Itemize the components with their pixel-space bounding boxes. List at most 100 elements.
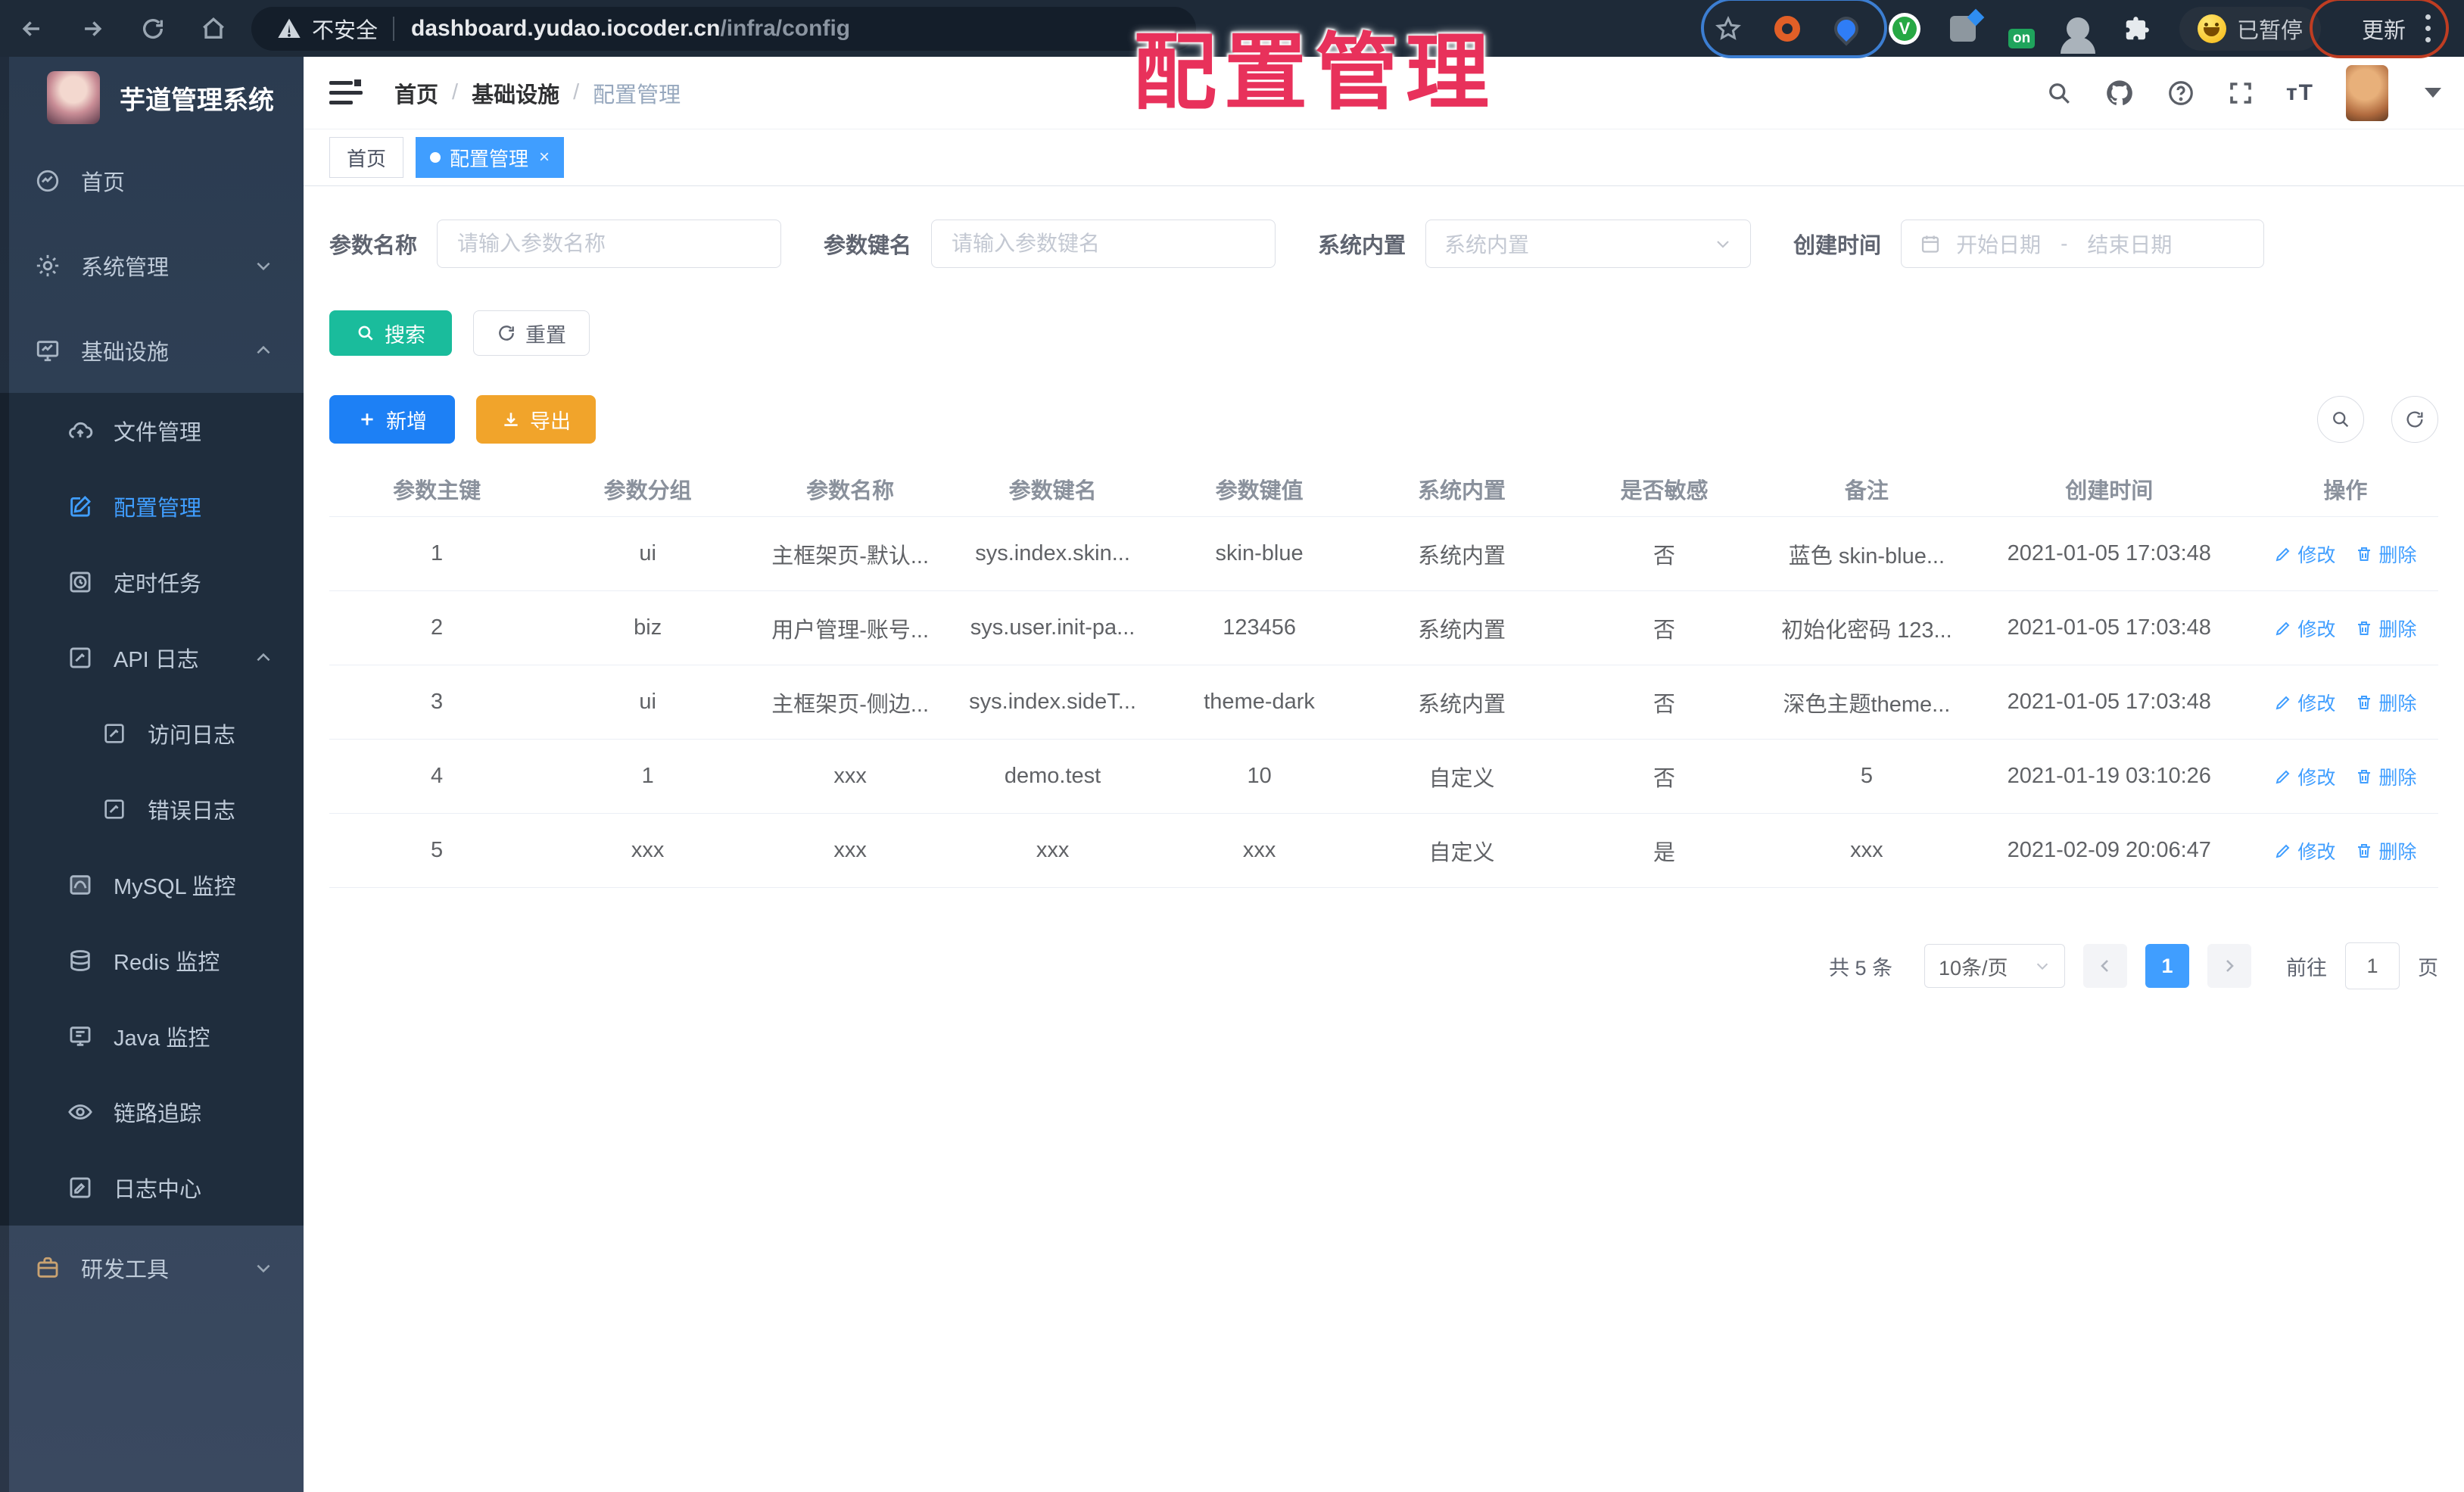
edit-link[interactable]: 修改 [2274, 615, 2335, 642]
date-range-picker[interactable]: 开始日期 - 结束日期 [1901, 220, 2265, 268]
extension-profile-icon[interactable] [2060, 12, 2095, 54]
address-bar[interactable]: 不安全 dashboard.yudao.iocoder.cn/infra/con… [251, 6, 1196, 51]
tab-close-icon[interactable]: × [539, 147, 550, 168]
table-cell: sys.index.sideT... [969, 690, 1136, 714]
table-cell: ui [639, 541, 656, 565]
sidebar-item-label: Java 监控 [114, 1026, 210, 1051]
browser-update-button[interactable]: 更新 [2310, 0, 2449, 58]
forward-icon[interactable] [77, 14, 107, 44]
edit-link[interactable]: 修改 [2274, 763, 2335, 790]
delete-link[interactable]: 删除 [2355, 837, 2416, 864]
breadcrumb-home[interactable]: 首页 [394, 77, 438, 109]
sidebar-item-redis[interactable]: Redis 监控 [0, 923, 304, 998]
search-button[interactable]: 搜索 [329, 310, 452, 356]
help-icon[interactable] [2167, 79, 2195, 107]
page-content: 参数名称 参数键名 系统内置 系统内置 创建时间 [304, 186, 2464, 1492]
sidebar-item-mysql[interactable]: MySQL 监控 [0, 847, 304, 923]
sidebar-item-job[interactable]: 定时任务 [0, 544, 304, 620]
chevron-up-icon [254, 648, 273, 668]
sidebar-item-file[interactable]: 文件管理 [0, 393, 304, 469]
not-secure-warning-icon[interactable] [277, 17, 301, 41]
font-size-icon[interactable]: тT [2286, 80, 2314, 106]
tab-config-active[interactable]: 配置管理 × [416, 137, 565, 178]
fullscreen-icon[interactable] [2227, 79, 2254, 107]
table-cell: 2021-01-19 03:10:26 [2007, 764, 2211, 788]
tab-home[interactable]: 首页 [329, 137, 404, 178]
export-button[interactable]: 导出 [476, 395, 596, 444]
table-cell: sys.user.init-pa... [970, 615, 1135, 640]
api-log-icon [67, 645, 94, 671]
security-label[interactable]: 不安全 [312, 13, 378, 45]
table-cell: 用户管理-账号... [771, 618, 930, 643]
url-host[interactable]: dashboard.yudao.iocoder.cn [411, 16, 720, 42]
sidebar-item-error-log[interactable]: 错误日志 [0, 771, 304, 847]
page-size-select[interactable]: 10条/页 [1924, 944, 2065, 988]
param-key-input[interactable] [950, 231, 1257, 257]
user-avatar[interactable] [2346, 64, 2388, 121]
extension-orange-icon[interactable] [1771, 12, 1804, 45]
table-body: 1 ui 主框架页-默认... sys.index.skin... skin-blue 系… [329, 517, 2438, 888]
reset-button[interactable]: 重置 [473, 310, 590, 356]
next-page-button[interactable] [2207, 944, 2251, 988]
sidebar-item-infra[interactable]: 基础设施 [0, 308, 304, 393]
sidebar-item-config[interactable]: 配置管理 [0, 469, 304, 544]
table-cell: xxx [833, 764, 867, 788]
home-icon[interactable] [198, 14, 229, 44]
app-logo-row[interactable]: 芋道管理系统 [0, 57, 304, 139]
delete-link[interactable]: 删除 [2355, 615, 2416, 642]
bookmark-star-icon[interactable] [1712, 12, 1745, 45]
sidebar-item-system[interactable]: 系统管理 [0, 223, 304, 308]
active-dot-icon [430, 152, 441, 163]
col-operations: 操作 [2323, 479, 2368, 503]
app-logo-avatar [47, 71, 100, 124]
toggle-search-button[interactable] [2317, 396, 2364, 443]
extension-pin-icon[interactable] [1830, 12, 1863, 45]
extension-list-icon[interactable]: on [2005, 14, 2036, 48]
filter-form: 参数名称 参数键名 系统内置 系统内置 创建时间 [329, 220, 2438, 268]
log-center-icon [67, 1175, 94, 1201]
sidebar-item-label: 错误日志 [148, 799, 236, 824]
sidebar-item-trace[interactable]: 链路追踪 [0, 1074, 304, 1150]
table-cell-operations: 修改 删除 [2253, 540, 2438, 568]
delete-link[interactable]: 删除 [2355, 689, 2416, 716]
edit-link[interactable]: 修改 [2274, 540, 2335, 568]
browser-menu-kebab-icon[interactable] [2419, 14, 2437, 42]
paused-extension-chip[interactable]: 已暂停 [1700, 0, 2321, 58]
sidebar-item-java[interactable]: Java 监控 [0, 998, 304, 1074]
sidebar-item-api-log[interactable]: API 日志 [0, 620, 304, 696]
sidebar-item-home[interactable]: 首页 [0, 139, 304, 223]
reload-icon[interactable] [138, 14, 168, 44]
tags-view-bar: 首页 配置管理 × [304, 129, 2464, 186]
github-icon[interactable] [2104, 78, 2135, 108]
url-path[interactable]: /infra/config [720, 16, 850, 42]
table-row: 2 biz 用户管理-账号... sys.user.init-pa... 123456 系… [329, 591, 2438, 665]
sidebar-item-dev-tools[interactable]: 研发工具 [0, 1226, 304, 1310]
chevron-down-icon [254, 256, 273, 276]
goto-label: 前往 [2286, 956, 2327, 980]
goto-page-input[interactable] [2345, 942, 2400, 989]
refresh-button[interactable] [2391, 396, 2438, 443]
edit-link[interactable]: 修改 [2274, 837, 2335, 864]
extension-green-icon[interactable]: V [1888, 12, 1920, 45]
table-cell: 2021-01-05 17:03:48 [2007, 690, 2211, 714]
extension-grid-icon[interactable] [1946, 12, 1980, 45]
edit-link[interactable]: 修改 [2274, 689, 2335, 716]
delete-link[interactable]: 删除 [2355, 540, 2416, 568]
prev-page-button[interactable] [2083, 944, 2127, 988]
search-icon[interactable] [2045, 79, 2073, 107]
delete-link[interactable]: 删除 [2355, 763, 2416, 790]
table-cell: xxx [833, 838, 867, 862]
add-button[interactable]: 新增 [329, 395, 455, 444]
system-type-select[interactable]: 系统内置 [1425, 220, 1752, 268]
param-name-input[interactable] [456, 231, 763, 257]
page-1-button[interactable]: 1 [2145, 944, 2189, 988]
breadcrumb-infra[interactable]: 基础设施 [472, 77, 559, 109]
user-menu-caret-icon[interactable] [2425, 88, 2441, 98]
back-icon[interactable] [17, 14, 47, 44]
sidebar-item-label: 研发工具 [81, 1258, 170, 1282]
sidebar-item-log-center[interactable]: 日志中心 [0, 1150, 304, 1226]
sidebar-item-access-log[interactable]: 访问日志 [0, 696, 304, 771]
breadcrumb: 首页 / 基础设施 / 配置管理 [394, 77, 681, 109]
extensions-puzzle-icon[interactable] [2120, 12, 2154, 45]
sidebar-collapse-icon[interactable] [329, 79, 363, 107]
